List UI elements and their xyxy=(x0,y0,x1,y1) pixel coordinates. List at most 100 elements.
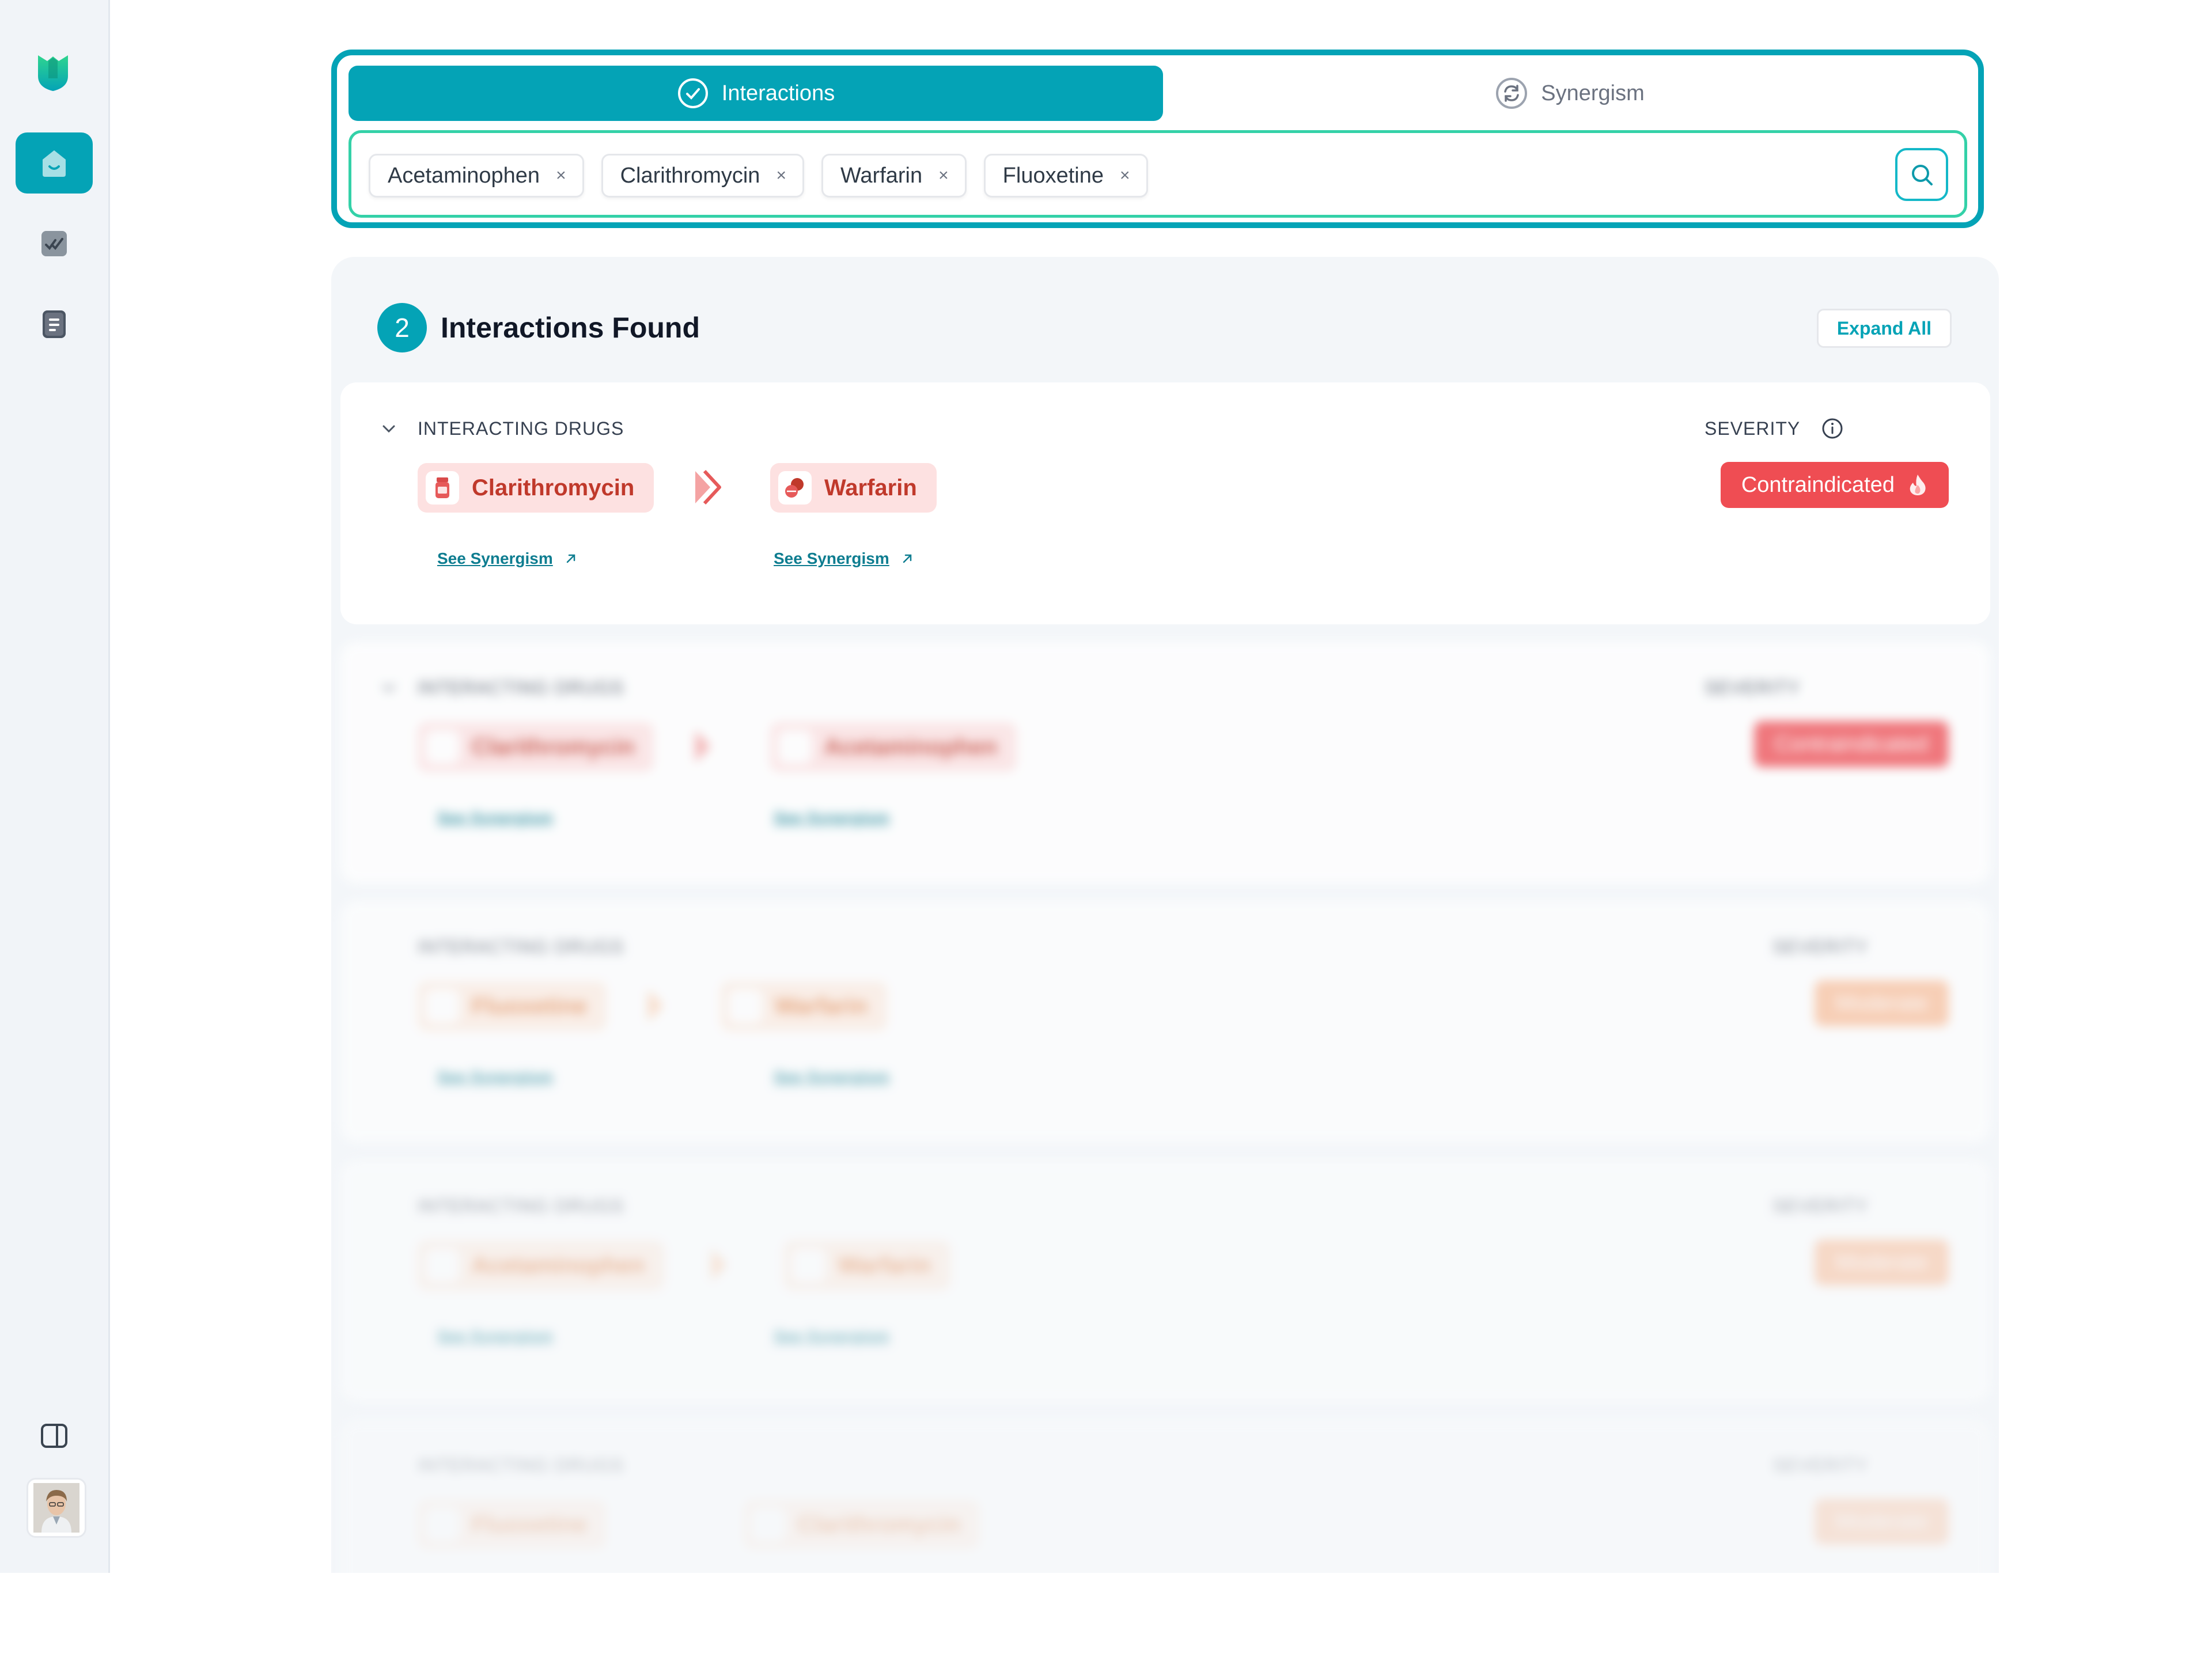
drug-search-input[interactable]: Acetaminophen × Clarithromycin × Warfari… xyxy=(349,130,1967,218)
interaction-card[interactable]: INTERACTING DRUGS SEVERITY Moderate Fluo… xyxy=(340,901,1990,1143)
severity-badge: Moderate xyxy=(1815,1239,1949,1285)
pills-icon xyxy=(792,1249,825,1282)
drug-name: Warfarin xyxy=(824,475,917,500)
remove-icon[interactable]: × xyxy=(556,166,566,185)
see-synergism-link[interactable]: See Synergism xyxy=(774,809,889,827)
drug-pill-a[interactable]: Acetaminophen xyxy=(418,1241,665,1290)
pill-bottle-icon xyxy=(426,730,459,764)
info-icon[interactable] xyxy=(1821,417,1844,440)
see-synergism-link[interactable]: See Synergism xyxy=(774,549,914,568)
interaction-count-badge: 2 xyxy=(377,303,427,352)
interacting-drugs-label: INTERACTING DRUGS xyxy=(418,936,624,957)
chevron-down-icon[interactable] xyxy=(381,420,397,437)
nav-documents-button[interactable] xyxy=(16,294,93,355)
app-logo-icon[interactable] xyxy=(36,53,70,92)
remove-icon[interactable]: × xyxy=(776,166,786,185)
see-synergism-link[interactable]: See Synergism xyxy=(437,1327,553,1345)
nav-checklist-button[interactable] xyxy=(16,213,93,274)
see-synergism-label: See Synergism xyxy=(774,809,889,826)
drug-pill-b[interactable]: Clarithromycin xyxy=(744,1500,980,1549)
remove-icon[interactable]: × xyxy=(938,166,949,185)
pill-bottle-icon xyxy=(426,471,459,505)
drug-pill-a[interactable]: Fluoxetine xyxy=(418,1500,607,1549)
drug-pill-a[interactable]: Fluoxetine xyxy=(418,981,607,1031)
see-synergism-label: See Synergism xyxy=(437,1068,553,1086)
check-circle-icon xyxy=(677,78,708,108)
drug-pill-a[interactable]: Clarithromycin xyxy=(418,722,654,772)
chevron-down-icon[interactable] xyxy=(381,680,397,696)
nav-home-button[interactable] xyxy=(16,132,93,194)
interacting-drugs-label: INTERACTING DRUGS xyxy=(418,1455,624,1476)
severity-badge: Contraindicated xyxy=(1753,721,1949,767)
home-icon xyxy=(43,150,66,177)
interaction-card[interactable]: INTERACTING DRUGS SEVERITY Contraindicat… xyxy=(340,642,1990,883)
pills-icon xyxy=(778,471,812,505)
interaction-card[interactable]: INTERACTING DRUGS SEVERITY Contraindicat… xyxy=(340,382,1990,624)
drug-name: Clarithromycin xyxy=(798,1511,961,1537)
severity-value: Moderate xyxy=(1835,1250,1928,1275)
remove-icon[interactable]: × xyxy=(1120,166,1130,185)
expand-all-button[interactable]: Expand All xyxy=(1816,309,1952,348)
see-synergism-link[interactable]: See Synergism xyxy=(774,1327,889,1345)
drug-name: Clarithromycin xyxy=(472,475,635,500)
drug-chip-label: Clarithromycin xyxy=(620,163,760,188)
panel-toggle-button[interactable] xyxy=(16,1405,93,1466)
severity-value: Contraindicated xyxy=(1741,472,1895,497)
drug-pill-b[interactable]: Acetaminophen xyxy=(770,722,1017,772)
see-synergism-label: See Synergism xyxy=(774,1068,889,1086)
severity-label: SEVERITY xyxy=(1705,677,1801,698)
interaction-card[interactable]: INTERACTING DRUGS SEVERITY Moderate Acet… xyxy=(340,1160,1990,1402)
pill-bottle-icon xyxy=(426,1249,459,1282)
interaction-arrow-icon xyxy=(695,469,721,505)
interacting-drugs-label: INTERACTING DRUGS xyxy=(418,418,624,439)
see-synergism-link[interactable]: See Synergism xyxy=(774,1068,889,1086)
see-synergism-label: See Synergism xyxy=(774,1327,889,1345)
interaction-arrow-icon xyxy=(648,989,663,1022)
search-panel: Interactions Synergism Acetaminophen × C… xyxy=(331,50,1984,228)
drug-chip-label: Warfarin xyxy=(840,163,923,188)
interaction-arrow-icon xyxy=(711,1249,726,1281)
drug-pill-a[interactable]: Clarithromycin xyxy=(418,463,654,513)
severity-value: Moderate xyxy=(1835,1509,1928,1534)
tab-interactions-label: Interactions xyxy=(721,81,835,105)
drug-chip-label: Fluoxetine xyxy=(1002,163,1104,188)
see-synergism-link[interactable]: See Synergism xyxy=(437,809,553,827)
drug-chip: Clarithromycin × xyxy=(601,154,804,198)
results-panel: 2 Interactions Found Expand All INTERACT… xyxy=(331,257,1999,1661)
drug-pill-b[interactable]: Warfarin xyxy=(721,981,887,1031)
drug-chip: Acetaminophen × xyxy=(369,154,584,198)
see-synergism-link[interactable]: See Synergism xyxy=(437,549,577,568)
interaction-arrow-icon xyxy=(695,730,710,763)
see-synergism-label: See Synergism xyxy=(437,1327,553,1345)
document-icon xyxy=(43,310,66,338)
drug-chip: Fluoxetine × xyxy=(983,154,1148,198)
drug-name: Fluoxetine xyxy=(472,1511,588,1537)
drug-name: Warfarin xyxy=(838,1252,931,1278)
user-avatar-icon xyxy=(33,1483,79,1533)
interacting-drugs-label: INTERACTING DRUGS xyxy=(418,677,624,698)
see-synergism-link[interactable]: See Synergism xyxy=(437,1068,553,1086)
interaction-card[interactable]: INTERACTING DRUGS SEVERITY Moderate Fluo… xyxy=(340,1419,1990,1661)
tab-interactions[interactable]: Interactions xyxy=(349,66,1163,121)
severity-badge: Contraindicated xyxy=(1720,462,1949,508)
see-synergism-label: See Synergism xyxy=(437,809,553,826)
severity-label: SEVERITY xyxy=(1772,936,1869,957)
checklist-icon xyxy=(41,231,67,256)
drug-chip-label: Acetaminophen xyxy=(388,163,540,188)
pill-bottle-icon xyxy=(426,1508,459,1541)
flame-icon xyxy=(1910,475,1926,495)
tab-synergism[interactable]: Synergism xyxy=(1172,66,1967,121)
severity-badge: Moderate xyxy=(1815,980,1949,1026)
drug-name: Warfarin xyxy=(775,993,868,1019)
user-avatar[interactable] xyxy=(26,1478,86,1538)
drug-name: Clarithromycin xyxy=(472,734,635,760)
drug-name: Acetaminophen xyxy=(472,1252,645,1278)
see-synergism-label: See Synergism xyxy=(437,549,553,567)
drug-name: Fluoxetine xyxy=(472,993,588,1019)
severity-label: SEVERITY xyxy=(1772,1455,1869,1476)
drug-pill-b[interactable]: Warfarin xyxy=(784,1241,950,1290)
drug-chip: Warfarin × xyxy=(821,154,967,198)
search-button[interactable] xyxy=(1895,148,1948,201)
results-title: Interactions Found xyxy=(441,312,700,344)
drug-pill-b[interactable]: Warfarin xyxy=(770,463,937,513)
